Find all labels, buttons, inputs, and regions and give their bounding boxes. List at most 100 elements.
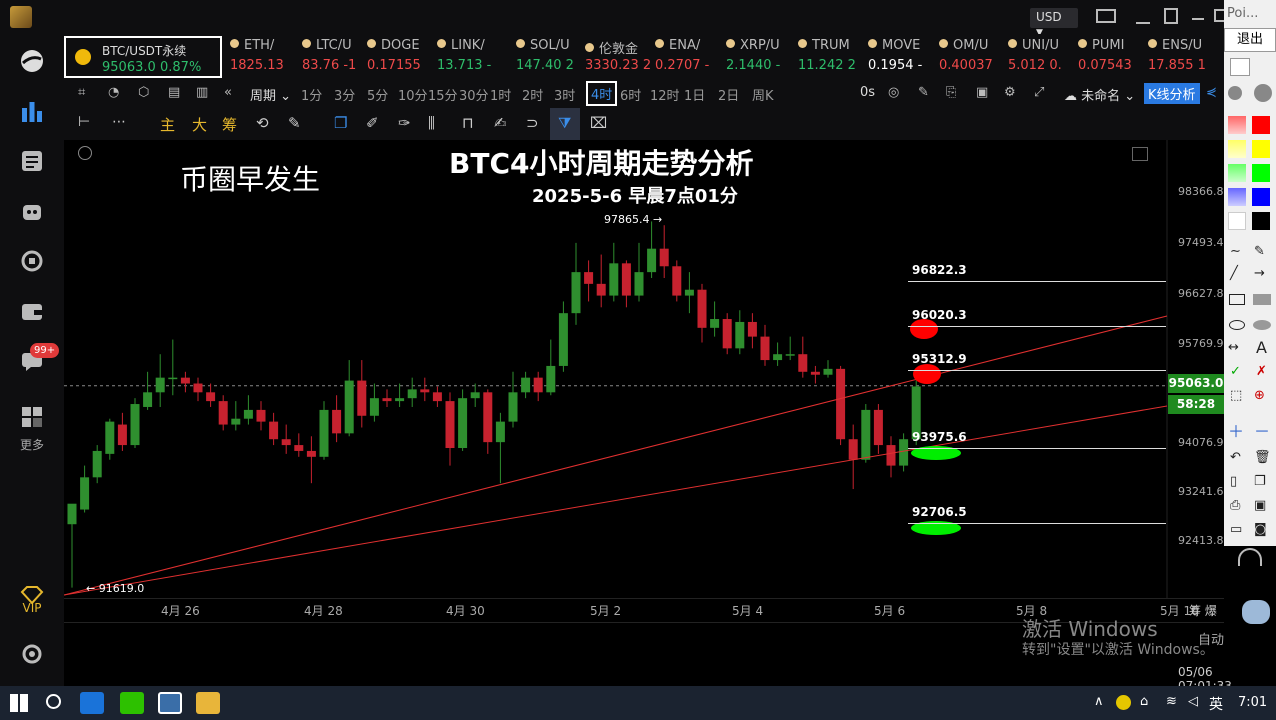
toolbar-icon[interactable]: ✎ bbox=[918, 85, 929, 100]
ime-indicator[interactable]: 英 bbox=[1209, 694, 1223, 714]
toolbar-icon[interactable]: ▥ bbox=[196, 85, 208, 100]
freehand-icon[interactable]: ∼ bbox=[1230, 244, 1241, 259]
big-indicator-button[interactable]: 大 bbox=[192, 114, 207, 135]
mail-icon[interactable] bbox=[1096, 9, 1116, 23]
pencil-icon[interactable]: ✎ bbox=[1254, 244, 1265, 259]
filled-rect-icon[interactable] bbox=[1253, 294, 1271, 305]
timeframe-30分[interactable]: 30分 bbox=[459, 85, 489, 104]
timeframe-6时[interactable]: 6时 bbox=[620, 85, 641, 104]
toolbar-icon[interactable]: ▣ bbox=[976, 85, 988, 100]
white-swatch[interactable] bbox=[1228, 212, 1246, 230]
undo-icon[interactable]: ↶ bbox=[1230, 450, 1241, 465]
main-indicator-button[interactable]: 主 bbox=[160, 114, 175, 135]
red-light-swatch[interactable] bbox=[1228, 116, 1246, 134]
yellow-swatch[interactable] bbox=[1252, 140, 1270, 158]
timeframe-3分[interactable]: 3分 bbox=[334, 85, 355, 104]
ticker-item[interactable]: LTC/U 83.76 -1 bbox=[302, 38, 368, 73]
auto-scale-toggle[interactable]: 自动 bbox=[1198, 629, 1224, 648]
copy-icon[interactable]: ❐ bbox=[334, 114, 347, 132]
black-swatch[interactable] bbox=[1252, 212, 1270, 230]
ticker-item[interactable]: ENS/U 17.855 1 bbox=[1148, 38, 1214, 73]
toolbar-icon[interactable]: ⚙ bbox=[1004, 85, 1016, 100]
edit-icon[interactable]: ✍ bbox=[494, 114, 507, 132]
timeframe-12时[interactable]: 12时 bbox=[650, 85, 680, 104]
lock-icon[interactable]: ⊓ bbox=[462, 114, 474, 132]
timeframe-1时[interactable]: 1时 bbox=[490, 85, 511, 104]
back-icon[interactable]: « bbox=[224, 85, 232, 100]
ie-browser-icon[interactable] bbox=[80, 692, 104, 714]
pen-icon[interactable]: ✑ bbox=[398, 114, 411, 132]
ticker-item[interactable]: 伦敦金 3330.23 2. bbox=[585, 38, 651, 73]
plus-icon[interactable]: ＋ bbox=[1228, 418, 1244, 442]
search-icon[interactable] bbox=[46, 694, 61, 709]
timeframe-1日[interactable]: 1日 bbox=[684, 85, 705, 104]
print-icon[interactable]: ⎙ bbox=[1230, 498, 1240, 513]
arrow-icon[interactable]: → bbox=[1254, 266, 1265, 281]
magnet-icon[interactable]: ⊃ bbox=[526, 114, 539, 132]
timeframe-2时[interactable]: 2时 bbox=[522, 85, 543, 104]
filled-ellipse-icon[interactable] bbox=[1253, 320, 1271, 330]
rectangle-icon[interactable] bbox=[1229, 294, 1245, 305]
tray-app-icon[interactable] bbox=[1116, 695, 1131, 710]
duplicate-icon[interactable]: ❐ bbox=[1254, 474, 1266, 489]
network-icon[interactable]: ⌂ bbox=[1140, 694, 1148, 709]
double-arrow-icon[interactable]: ↔ bbox=[1228, 340, 1239, 355]
toolbar-icon[interactable]: ◔ bbox=[108, 85, 119, 100]
timeframe-1分[interactable]: 1分 bbox=[301, 85, 322, 104]
select-icon[interactable]: ⬚ bbox=[1230, 388, 1242, 403]
ticker-item[interactable]: LINK/13.713 - bbox=[437, 38, 503, 73]
wechat-icon[interactable] bbox=[120, 692, 144, 714]
chip-indicator-button[interactable]: 筹 bbox=[222, 114, 237, 135]
layout-name-select[interactable]: ☁ 未命名 ⌄ bbox=[1064, 85, 1135, 104]
minimize-icon[interactable] bbox=[1136, 22, 1150, 24]
new-page-icon[interactable]: ▯ bbox=[1230, 474, 1237, 489]
trading-app-icon[interactable] bbox=[158, 692, 182, 714]
trash-icon[interactable]: ⌧ bbox=[590, 114, 607, 132]
toolbar-icon[interactable]: ⎘ bbox=[946, 85, 956, 100]
save-icon[interactable]: ▣ bbox=[1254, 498, 1266, 513]
minus-icon[interactable]: － bbox=[1254, 418, 1270, 442]
ticker-item[interactable]: TRUM 11.242 2 bbox=[798, 38, 864, 73]
check-icon[interactable]: ✓ bbox=[1230, 364, 1241, 379]
red-swatch[interactable] bbox=[1252, 116, 1270, 134]
share-icon[interactable]: ⋞ bbox=[1206, 85, 1217, 100]
taskbar-clock[interactable]: 7:01 bbox=[1238, 695, 1267, 710]
green-swatch[interactable] bbox=[1252, 164, 1270, 182]
yellow-light-swatch[interactable] bbox=[1228, 140, 1246, 158]
crosshair-icon[interactable]: ⊢ bbox=[78, 114, 90, 130]
currency-select[interactable]: USD ▼ bbox=[1030, 8, 1078, 38]
file-explorer-icon[interactable] bbox=[196, 692, 220, 714]
ticker-item[interactable]: UNI/U 5.012 0. bbox=[1008, 38, 1074, 73]
wallet-icon[interactable] bbox=[17, 296, 47, 326]
ticker-item[interactable]: DOGE 0.17155 bbox=[367, 38, 433, 73]
robot-icon[interactable] bbox=[17, 196, 47, 226]
timeframe-3时[interactable]: 3时 bbox=[554, 85, 575, 104]
sphere-icon[interactable] bbox=[17, 46, 47, 76]
ticker-item[interactable]: ETH/1825.13 bbox=[230, 38, 296, 73]
sync-icon[interactable]: ⟲ bbox=[256, 114, 269, 132]
camera-icon[interactable]: ◙ bbox=[1254, 522, 1267, 537]
blue-light-swatch[interactable] bbox=[1228, 188, 1246, 206]
analytics-icon[interactable] bbox=[17, 246, 47, 276]
cross-icon[interactable]: ✗ bbox=[1256, 364, 1267, 379]
green-light-swatch[interactable] bbox=[1228, 164, 1246, 182]
active-symbol-card[interactable]: BTC/USDT永续 95063.0 0.87% bbox=[64, 36, 222, 78]
news-icon[interactable] bbox=[17, 146, 47, 176]
exit-button[interactable]: 退出 bbox=[1224, 28, 1276, 52]
start-windows-icon[interactable] bbox=[10, 694, 28, 712]
toolbar-icon[interactable]: ⬡ bbox=[138, 85, 149, 100]
assistant-bot-icon[interactable] bbox=[1242, 600, 1270, 624]
toolbar-icon[interactable]: ⌗ bbox=[78, 85, 85, 100]
tray-chevron-icon[interactable]: ∧ bbox=[1094, 694, 1104, 709]
vip-label[interactable]: VIP bbox=[0, 601, 64, 615]
timeframe-15分[interactable]: 15分 bbox=[428, 85, 458, 104]
toolbar-icon[interactable]: ◎ bbox=[888, 85, 899, 100]
toolbar-icon[interactable]: ▤ bbox=[168, 85, 180, 100]
ticker-item[interactable]: ENA/0.2707 - bbox=[655, 38, 721, 73]
screen-icon[interactable]: ▭ bbox=[1230, 522, 1242, 537]
volume-icon[interactable]: ◁ bbox=[1188, 694, 1198, 709]
line-icon[interactable]: ╱ bbox=[1230, 266, 1238, 281]
period-select[interactable]: 周期 ⌄ bbox=[250, 85, 291, 104]
toolbar-icon[interactable]: ⤢ bbox=[1034, 85, 1044, 100]
ticker-item[interactable]: SOL/U 147.40 2 bbox=[516, 38, 582, 73]
